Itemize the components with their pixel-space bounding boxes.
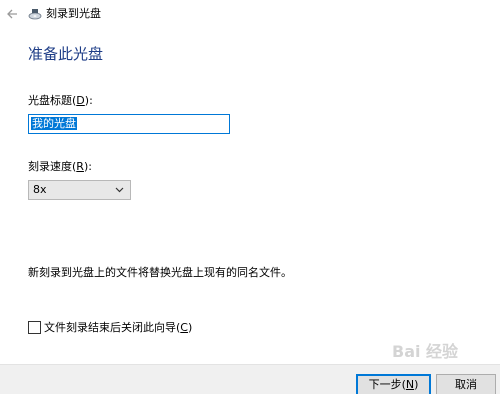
disc-title-accesskey: D [76,94,85,107]
back-arrow-icon[interactable] [5,7,19,21]
burn-speed-label: 刻录速度(R): [28,160,92,173]
disc-title-label: 光盘标题(D): [28,94,93,107]
disc-title-input[interactable]: 我的光盘 [28,114,230,134]
close-wizard-checkbox[interactable] [28,321,41,334]
title-bar: 刻录到光盘 [0,0,500,28]
page-heading: 准备此光盘 [28,45,104,63]
watermark: Bai 经验 [392,342,459,361]
window-title: 刻录到光盘 [46,7,101,20]
chevron-down-icon [115,187,124,193]
disc-title-value: 我的光盘 [31,117,77,130]
next-button[interactable]: 下一步(N) [356,374,431,394]
burn-speed-accesskey: R [76,160,84,173]
burn-speed-value: 8x [33,183,47,196]
burn-speed-select[interactable]: 8x [28,180,131,200]
disc-burner-icon [28,9,42,20]
burn-disc-wizard: 刻录到光盘 准备此光盘 光盘标题(D): 我的光盘 刻录速度(R): 8x 新刻… [0,0,500,394]
cancel-button[interactable]: 取消 [436,374,496,394]
close-wizard-label[interactable]: 文件刻录结束后关闭此向导(C) [44,321,192,335]
footer-bar: 下一步(N) 取消 [0,364,500,394]
replace-files-note: 新刻录到光盘上的文件将替换光盘上现有的同名文件。 [28,266,292,279]
